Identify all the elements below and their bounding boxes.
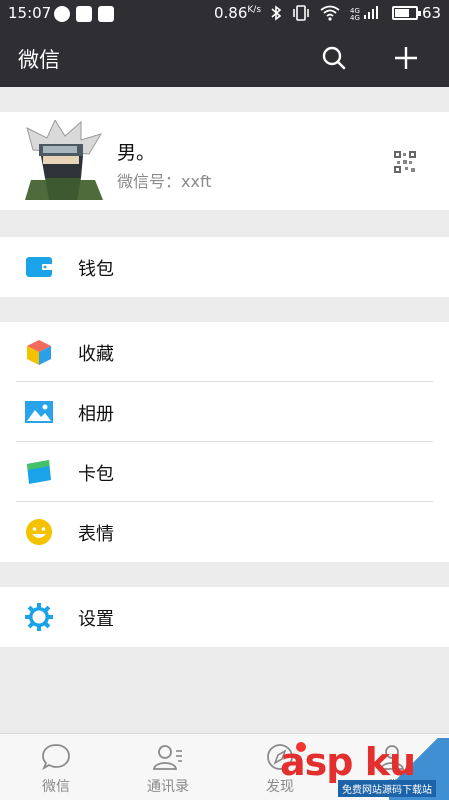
tools-group: 收藏 相册 卡包 表情 xyxy=(0,322,449,562)
settings-group: 设置 xyxy=(0,587,449,647)
menu-item-stickers[interactable]: 表情 xyxy=(0,502,449,562)
watermark-subtitle: 免费网站源码下载站 xyxy=(338,780,436,797)
bluetooth-icon xyxy=(271,5,282,21)
tab-label-contacts: 通讯录 xyxy=(147,779,189,795)
menu-item-card-pack[interactable]: 卡包 xyxy=(0,442,449,502)
menu-label-settings: 设置 xyxy=(78,609,114,630)
avatar[interactable] xyxy=(25,120,103,200)
notification-app-icon xyxy=(54,6,70,22)
tab-contacts[interactable]: 通讯录 xyxy=(112,734,224,800)
battery-percent: 63 xyxy=(422,4,442,22)
plus-icon xyxy=(395,47,417,69)
app-header: 微信 xyxy=(0,28,449,87)
search-button[interactable] xyxy=(318,42,350,74)
battery-icon xyxy=(392,6,421,20)
menu-label-album: 相册 xyxy=(78,404,114,425)
menu-label-stickers: 表情 xyxy=(78,524,114,545)
signal-icon: 4G4G xyxy=(350,6,378,21)
search-icon xyxy=(322,46,346,70)
smiley-icon xyxy=(26,519,52,545)
menu-item-wallet[interactable]: 钱包 xyxy=(0,237,449,297)
notification-tv-icon xyxy=(76,6,92,22)
watermark-logo: asp ku xyxy=(280,740,416,784)
tab-chats[interactable]: 微信 xyxy=(0,734,112,800)
menu-item-album[interactable]: 相册 xyxy=(0,382,449,442)
notification-image-icon xyxy=(98,6,114,22)
notification-icons xyxy=(54,6,114,22)
wallet-icon xyxy=(26,257,52,277)
album-icon xyxy=(25,401,53,423)
page-title: 微信 xyxy=(18,48,60,72)
menu-label-card-pack: 卡包 xyxy=(78,464,114,485)
status-time: 15:07 xyxy=(8,4,52,22)
svg-text:4G: 4G xyxy=(350,14,360,21)
add-button[interactable] xyxy=(390,42,422,74)
profile-card[interactable]: 男。 微信号：xxft xyxy=(0,112,449,210)
status-bar: 15:07 0.86K/s 4G 4G 63 xyxy=(0,0,449,28)
chat-bubble-icon xyxy=(42,744,70,771)
qr-code-icon[interactable] xyxy=(394,151,416,173)
menu-item-settings[interactable]: 设置 xyxy=(0,587,449,647)
wifi-icon xyxy=(320,5,340,21)
settings-gear-icon xyxy=(25,603,53,631)
profile-name: 男。 xyxy=(117,142,156,164)
card-pack-icon xyxy=(27,460,51,484)
wechat-id: 微信号：xxft xyxy=(117,172,212,191)
menu-label-favorites: 收藏 xyxy=(78,344,114,365)
menu-label-wallet: 钱包 xyxy=(78,259,114,280)
menu-item-favorites[interactable]: 收藏 xyxy=(0,322,449,382)
contacts-icon xyxy=(152,745,182,770)
system-icons: 4G 4G xyxy=(270,5,382,21)
favorites-cube-icon xyxy=(27,340,51,365)
vibrate-icon xyxy=(293,5,309,21)
tab-label-chats: 微信 xyxy=(42,779,70,795)
site-watermark: asp ku 免费网站源码下载站 xyxy=(278,738,449,800)
wallet-group: 钱包 xyxy=(0,237,449,297)
net-speed: 0.86K/s xyxy=(214,4,262,22)
